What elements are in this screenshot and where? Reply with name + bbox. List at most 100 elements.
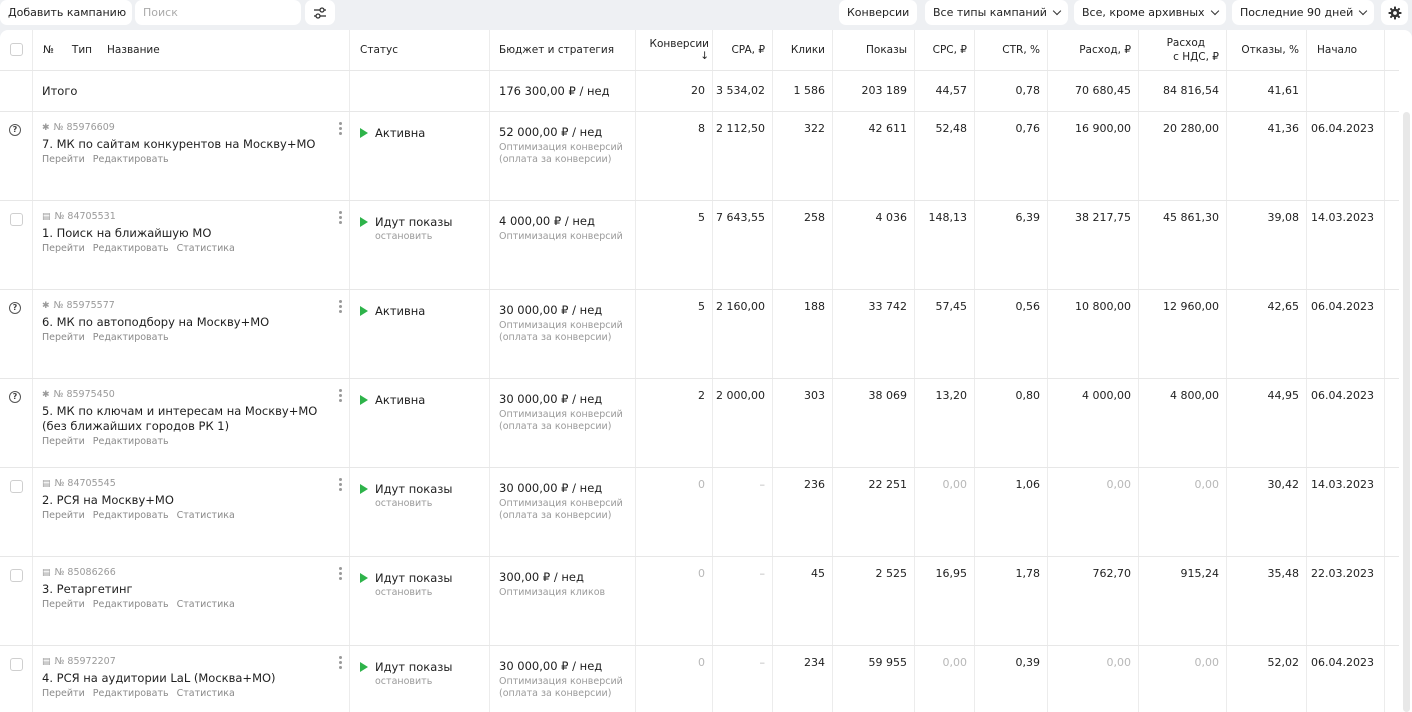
row-budget-cell: 30 000,00 ₽ / нед Оптимизация конверсий … xyxy=(490,290,636,378)
campaign-name[interactable]: 6. МК по автоподбору на Москву+МО xyxy=(42,315,332,330)
start-date: 14.03.2023 xyxy=(1307,468,1385,556)
go-link[interactable]: Перейти xyxy=(42,243,85,254)
row-checkbox[interactable] xyxy=(10,569,23,582)
filter-settings-button[interactable] xyxy=(305,0,335,25)
edit-link[interactable]: Редактировать xyxy=(93,154,169,165)
text-campaign-icon: ▤ xyxy=(42,567,51,578)
column-status[interactable]: Статус xyxy=(350,30,490,70)
ctr-value: 0,39 xyxy=(975,646,1048,712)
cpc-value: 52,48 xyxy=(915,112,975,200)
stats-link[interactable]: Статистика xyxy=(177,599,235,610)
stop-link[interactable]: остановить xyxy=(375,587,489,598)
archive-filter-dropdown[interactable]: Все, кроме архивных xyxy=(1074,0,1226,25)
campaign-name[interactable]: 3. Ретаргетинг xyxy=(42,582,332,597)
play-icon xyxy=(360,484,368,494)
go-link[interactable]: Перейти xyxy=(42,510,85,521)
period-dropdown[interactable]: Последние 90 дней xyxy=(1232,0,1375,25)
start-date: 06.04.2023 xyxy=(1307,379,1385,467)
total-ctr: 0,78 xyxy=(975,71,1048,111)
campaign-id-line: ▤ № 84705531 xyxy=(42,211,349,222)
more-vertical-icon[interactable] xyxy=(339,567,343,582)
vertical-scrollbar[interactable] xyxy=(1403,112,1410,712)
conversions-value: 8 xyxy=(636,112,713,200)
campaign-types-label: Все типы кампаний xyxy=(933,6,1047,19)
edit-link[interactable]: Редактировать xyxy=(93,599,169,610)
edit-link[interactable]: Редактировать xyxy=(93,332,169,343)
row-checkbox[interactable] xyxy=(10,480,23,493)
column-spend[interactable]: Расход, ₽ xyxy=(1048,30,1139,70)
help-icon[interactable]: ? xyxy=(9,124,21,136)
chevron-down-icon xyxy=(1052,6,1062,15)
edit-link[interactable]: Редактировать xyxy=(93,436,169,447)
edit-link[interactable]: Редактировать xyxy=(93,510,169,521)
more-vertical-icon[interactable] xyxy=(339,478,343,493)
column-bounce[interactable]: Отказы, % xyxy=(1227,30,1307,70)
row-checkbox[interactable] xyxy=(10,658,23,671)
status-text: Идут показы xyxy=(375,215,453,229)
stop-link[interactable]: остановить xyxy=(375,231,489,242)
go-link[interactable]: Перейти xyxy=(42,332,85,343)
column-type[interactable]: Тип xyxy=(72,44,92,56)
bounce-value: 39,08 xyxy=(1227,201,1307,289)
more-vertical-icon[interactable] xyxy=(339,300,343,315)
more-vertical-icon[interactable] xyxy=(339,656,343,671)
conversions-button[interactable]: Конверсии xyxy=(839,0,918,25)
start-date: 14.03.2023 xyxy=(1307,201,1385,289)
strategy-text: Оптимизация конверсий (оплата за конверс… xyxy=(499,320,623,343)
campaign-id-line: ▤ № 85972207 xyxy=(42,656,349,667)
search-input[interactable] xyxy=(135,0,301,25)
select-all-checkbox[interactable] xyxy=(10,43,23,56)
row-status-cell: Активна xyxy=(350,379,490,467)
table-row: ▤ № 84705545 2. РСЯ на Москву+МО Перейти… xyxy=(0,468,1399,557)
master-campaign-icon: ✱ xyxy=(42,300,50,311)
column-impressions[interactable]: Показы xyxy=(833,30,915,70)
settings-button[interactable] xyxy=(1381,0,1408,25)
total-bounce: 41,61 xyxy=(1227,71,1307,111)
column-ctr[interactable]: CTR, % xyxy=(975,30,1048,70)
column-name[interactable]: Название xyxy=(107,44,160,56)
campaign-name[interactable]: 5. МК по ключам и интересам на Москву+МО… xyxy=(42,404,332,434)
more-vertical-icon[interactable] xyxy=(339,389,343,404)
stats-link[interactable]: Статистика xyxy=(177,243,235,254)
help-icon[interactable]: ? xyxy=(9,302,21,314)
go-link[interactable]: Перейти xyxy=(42,154,85,165)
column-cpa[interactable]: CPA, ₽ xyxy=(713,30,773,70)
campaign-id: № 85975577 xyxy=(53,300,115,311)
campaign-name[interactable]: 4. РСЯ на аудитории LaL (Москва+МО) xyxy=(42,671,332,686)
campaign-name[interactable]: 7. МК по сайтам конкурентов на Москву+МО xyxy=(42,137,332,152)
start-date: 06.04.2023 xyxy=(1307,646,1385,712)
conversions-value: 0 xyxy=(636,468,713,556)
campaign-id-line: ✱ № 85976609 xyxy=(42,122,349,133)
more-vertical-icon[interactable] xyxy=(339,122,343,137)
play-icon xyxy=(360,395,368,405)
campaign-types-dropdown[interactable]: Все типы кампаний xyxy=(925,0,1068,25)
campaign-id-line: ✱ № 85975577 xyxy=(42,300,349,311)
stats-link[interactable]: Статистика xyxy=(177,510,235,521)
add-campaign-button[interactable]: Добавить кампанию xyxy=(0,0,132,25)
bounce-value: 41,36 xyxy=(1227,112,1307,200)
clicks-value: 45 xyxy=(773,557,833,645)
stats-link[interactable]: Статистика xyxy=(177,688,235,699)
edit-link[interactable]: Редактировать xyxy=(93,688,169,699)
campaign-name[interactable]: 1. Поиск на ближайшую МО xyxy=(42,226,332,241)
campaign-name[interactable]: 2. РСЯ на Москву+МО xyxy=(42,493,332,508)
column-start[interactable]: Начало xyxy=(1307,30,1385,70)
stop-link[interactable]: остановить xyxy=(375,498,489,509)
go-link[interactable]: Перейти xyxy=(42,688,85,699)
column-number[interactable]: № xyxy=(43,44,54,56)
row-checkbox[interactable] xyxy=(10,213,23,226)
help-icon[interactable]: ? xyxy=(9,391,21,403)
column-budget[interactable]: Бюджет и стратегия xyxy=(490,30,636,70)
more-vertical-icon[interactable] xyxy=(339,211,343,226)
column-clicks[interactable]: Клики xyxy=(773,30,833,70)
column-spend-vat[interactable]: Расход с НДС, ₽ xyxy=(1139,30,1227,70)
column-cpc[interactable]: CPC, ₽ xyxy=(915,30,975,70)
stop-link[interactable]: остановить xyxy=(375,676,489,687)
row-select-cell xyxy=(0,468,33,556)
column-conversions[interactable]: Конверсии ↓ xyxy=(636,30,713,70)
go-link[interactable]: Перейти xyxy=(42,599,85,610)
column-spend-vat-line1: Расход xyxy=(1166,37,1205,49)
edit-link[interactable]: Редактировать xyxy=(93,243,169,254)
campaign-links: Перейти Редактировать Статистика xyxy=(42,510,349,521)
go-link[interactable]: Перейти xyxy=(42,436,85,447)
